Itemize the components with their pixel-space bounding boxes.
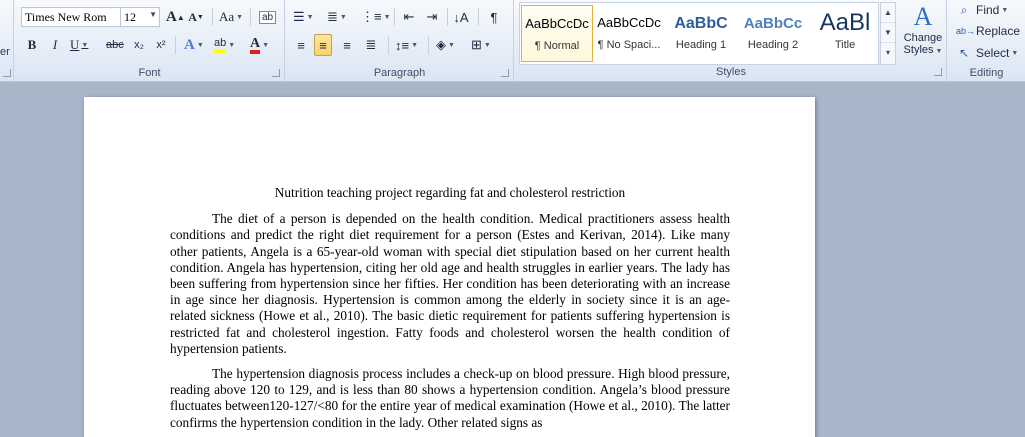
paragraph-group: ☰ ▼ ≣ ▼ ⋮≡ ▼ ⇤ ⇥ ↓A ¶ ≡ ≡ ≡ ≣ ↕≡ ▼ ◈ ▼ ⊞ ▼ Par… [286, 0, 514, 82]
justify-icon: ≣ [365, 37, 377, 52]
font-name-combo[interactable]: Times New Rom [21, 7, 128, 27]
strikethrough-button[interactable]: abc [105, 34, 125, 56]
select-button[interactable]: ↖ Select ▼ [956, 43, 1018, 63]
increase-indent-button[interactable]: ⇥ [423, 6, 441, 28]
font-color-button[interactable]: A ▼ [249, 34, 270, 56]
clear-formatting-button[interactable]: ab [258, 6, 277, 28]
document-body[interactable]: Nutrition teaching project regarding fat… [170, 185, 730, 437]
styles-group-label: Styles [716, 66, 746, 78]
justify-button[interactable]: ≣ [362, 34, 380, 56]
text-effects-button[interactable]: A ▼ [183, 34, 205, 56]
binoculars-icon: ⌕ [960, 2, 968, 17]
multilevel-list-icon: ⋮≡ [361, 9, 382, 24]
style-preview: AaBbCcDc [525, 16, 589, 31]
styles-gallery: AaBbCcDc ¶ Normal AaBbCcDc ¶ No Spaci...… [519, 2, 879, 65]
styles-gallery-scroll[interactable]: ▲ ▼ ▾ [880, 2, 896, 65]
style-heading-1[interactable]: AaBbC Heading 1 [665, 5, 737, 62]
styles-dialog-launcher-icon[interactable] [934, 68, 942, 76]
style-preview: AaBbCc [743, 15, 803, 32]
change-styles-label-1: Change [903, 32, 943, 44]
borders-button[interactable]: ⊞ ▼ [470, 34, 492, 56]
decrease-indent-icon: ⇤ [403, 9, 415, 24]
grow-font-button[interactable]: A ▲ [165, 6, 186, 28]
multilevel-list-button[interactable]: ⋮≡ ▼ [360, 6, 392, 28]
clipboard-fragment: er [0, 46, 10, 58]
clipboard-launcher-icon[interactable] [3, 69, 11, 77]
pilcrow-icon: ¶ [490, 9, 498, 25]
change-styles-label-2: Styles [903, 44, 934, 56]
document-page[interactable]: Nutrition teaching project regarding fat… [84, 97, 815, 437]
paragraph-group-label: Paragraph [373, 67, 426, 79]
bullets-button[interactable]: ☰ ▼ [292, 6, 315, 28]
show-formatting-button[interactable]: ¶ [485, 6, 503, 28]
align-center-button[interactable]: ≡ [314, 34, 332, 56]
font-name-value: Times New Rom [25, 10, 107, 24]
italic-button[interactable]: I [46, 34, 64, 56]
superscript-button[interactable]: x² [152, 34, 170, 56]
font-color-icon: A [250, 36, 261, 54]
numbering-button[interactable]: ≣ ▼ [326, 6, 348, 28]
style-preview: AaBbC [674, 15, 728, 32]
decrease-indent-button[interactable]: ⇤ [400, 6, 418, 28]
align-left-button[interactable]: ≡ [292, 34, 310, 56]
shading-button[interactable]: ◈ ▼ [435, 34, 456, 56]
document-paragraph[interactable]: The hypertension diagnosis process inclu… [170, 366, 730, 431]
highlighter-icon: ab [214, 37, 227, 53]
align-right-button[interactable]: ≡ [338, 34, 356, 56]
clear-formatting-icon: ab [259, 10, 277, 24]
text-effects-icon: A [184, 36, 195, 53]
chevron-up-icon[interactable]: ▲ [881, 3, 895, 23]
underline-button[interactable]: U ▼ [69, 34, 89, 56]
gallery-more-icon[interactable]: ▾ [881, 43, 895, 63]
style-preview: AaBl [819, 9, 871, 36]
align-left-icon: ≡ [297, 37, 305, 53]
style-heading-2[interactable]: AaBbCc Heading 2 [737, 5, 809, 62]
change-case-button[interactable]: Aa ▼ [218, 6, 244, 28]
change-styles-icon: A [913, 2, 933, 31]
editing-group-label: Editing [969, 67, 1004, 79]
document-paragraph[interactable]: The diet of a person is depended on the … [170, 211, 730, 357]
font-group: Times New Rom 12 ▼ A ▲ A ▼ Aa ▼ ab B I U ▼ a… [15, 0, 285, 82]
subscript-button[interactable]: x₂ [130, 34, 148, 56]
paragraph-dialog-launcher-icon[interactable] [501, 69, 509, 77]
document-title[interactable]: Nutrition teaching project regarding fat… [170, 185, 730, 201]
borders-icon: ⊞ [471, 37, 482, 52]
font-size-combo[interactable]: 12 ▼ [120, 7, 160, 27]
sort-icon: ↓A [453, 9, 469, 25]
chevron-down-icon[interactable]: ▼ [881, 23, 895, 43]
chevron-down-icon: ▼ [149, 10, 157, 19]
paint-bucket-icon: ◈ [436, 37, 446, 52]
style-name: Heading 1 [675, 39, 727, 51]
numbering-icon: ≣ [327, 9, 338, 24]
style-name: ¶ Normal [534, 40, 580, 52]
font-dialog-launcher-icon[interactable] [272, 69, 280, 77]
style-normal[interactable]: AaBbCcDc ¶ Normal [521, 5, 593, 62]
align-right-icon: ≡ [343, 37, 351, 53]
cursor-icon: ↖ [958, 46, 970, 60]
sort-button[interactable]: ↓A [452, 6, 470, 28]
increase-indent-icon: ⇥ [426, 9, 438, 24]
align-center-icon: ≡ [319, 37, 327, 53]
bold-button[interactable]: B [23, 34, 41, 56]
bullets-icon: ☰ [293, 9, 305, 24]
shrink-font-button[interactable]: A ▼ [187, 6, 205, 28]
style-title[interactable]: AaBl Title [809, 5, 881, 62]
font-group-label: Font [138, 67, 161, 79]
line-spacing-icon: ↕≡ [395, 37, 410, 53]
replace-button[interactable]: ab→ Replace [956, 21, 1020, 41]
style-name: Heading 2 [747, 39, 799, 51]
font-size-value: 12 [124, 10, 136, 24]
clipboard-group: er [0, 0, 14, 82]
line-spacing-button[interactable]: ↕≡ ▼ [394, 34, 419, 56]
style-name: Title [834, 39, 856, 51]
ribbon: er Times New Rom 12 ▼ A ▲ A ▼ Aa ▼ ab B I U… [0, 0, 1025, 82]
style-name: ¶ No Spaci... [597, 39, 661, 51]
change-styles-button[interactable]: A Change Styles ▼ [898, 2, 948, 66]
style-preview: AaBbCcDc [597, 15, 661, 30]
replace-icon: ab→ [956, 26, 976, 36]
style-no-spacing[interactable]: AaBbCcDc ¶ No Spaci... [593, 5, 665, 62]
highlight-button[interactable]: ab ▼ [213, 34, 236, 56]
find-button[interactable]: ⌕ Find ▼ [956, 0, 1009, 20]
